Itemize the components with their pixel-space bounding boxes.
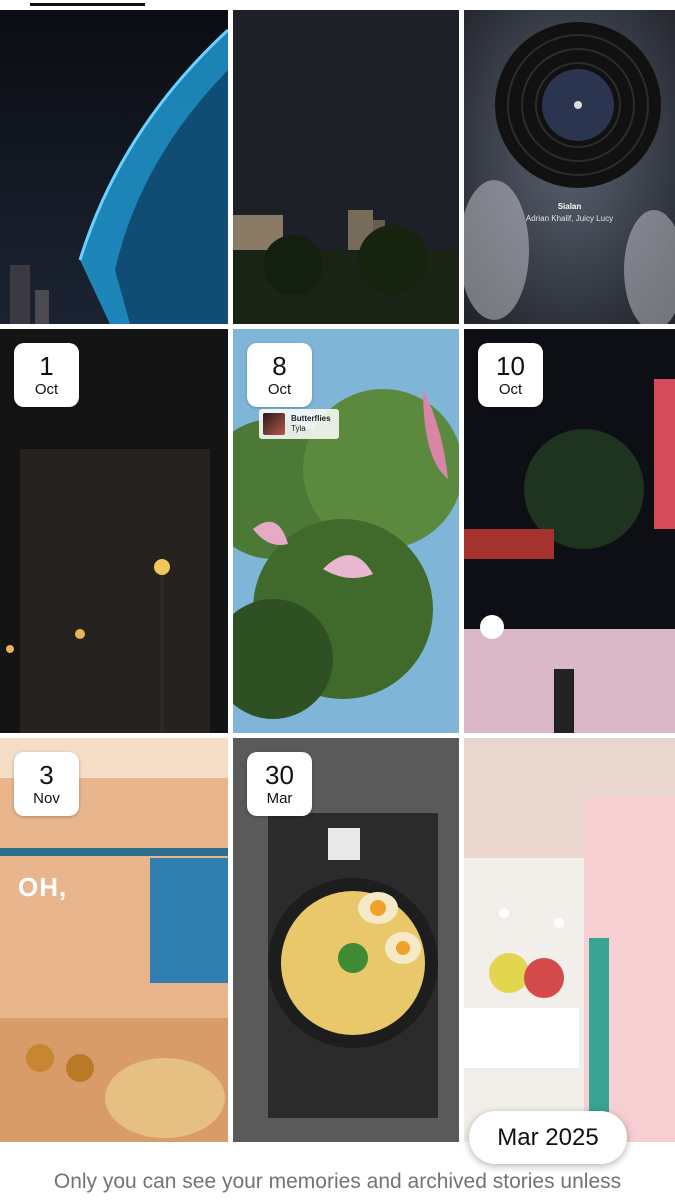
- music-sticker: Butterflies Tyla: [259, 409, 339, 439]
- date-month: Oct: [498, 381, 523, 398]
- footer-privacy-note: Only you can see your memories and archi…: [53, 1170, 622, 1193]
- date-day: 3: [39, 760, 54, 790]
- song-title: Sialan: [557, 202, 582, 211]
- date-day: 1: [39, 351, 54, 381]
- tab-indicator: [30, 3, 145, 6]
- memory-tile[interactable]: [464, 738, 675, 1142]
- date-month: Oct: [267, 381, 292, 398]
- date-day: 8: [272, 351, 287, 381]
- date-badge: 10 Oct: [478, 343, 543, 407]
- city-skyline-photo: [233, 10, 459, 324]
- song-artist: Tyla: [291, 424, 306, 433]
- memory-tile[interactable]: [233, 10, 459, 324]
- memory-tile[interactable]: Sialan Adrian Khalif, Juicy Lucy: [464, 10, 675, 324]
- memory-tile[interactable]: 8 Oct Butterflies Tyla: [233, 329, 459, 733]
- date-month: Nov: [33, 790, 60, 807]
- month-indicator-pill[interactable]: Mar 2025: [469, 1111, 627, 1164]
- date-badge: 8 Oct: [247, 343, 312, 407]
- story-text-overlay: OH,: [18, 872, 68, 902]
- date-badge: 3 Nov: [14, 752, 79, 816]
- date-day: 30: [265, 760, 294, 790]
- memory-tile[interactable]: 1 Oct: [0, 329, 228, 733]
- date-month: Oct: [34, 381, 59, 398]
- toy-shop-photo: [464, 738, 675, 1142]
- date-day: 10: [496, 351, 525, 381]
- music-blurred-photo: [464, 10, 675, 324]
- memory-tile[interactable]: 3 Nov OH,: [0, 738, 228, 1142]
- date-badge: 30 Mar: [247, 752, 312, 816]
- date-month: Mar: [266, 790, 293, 807]
- stadium-night-photo: [0, 10, 228, 324]
- song-title: Butterflies: [291, 414, 331, 423]
- album-art: [263, 413, 285, 435]
- memory-tile[interactable]: 30 Mar: [233, 738, 459, 1142]
- song-artist: Adrian Khalif, Juicy Lucy: [525, 214, 614, 223]
- memory-tile[interactable]: 10 Oct: [464, 329, 675, 733]
- date-badge: 1 Oct: [14, 343, 79, 407]
- memory-tile[interactable]: [0, 10, 228, 324]
